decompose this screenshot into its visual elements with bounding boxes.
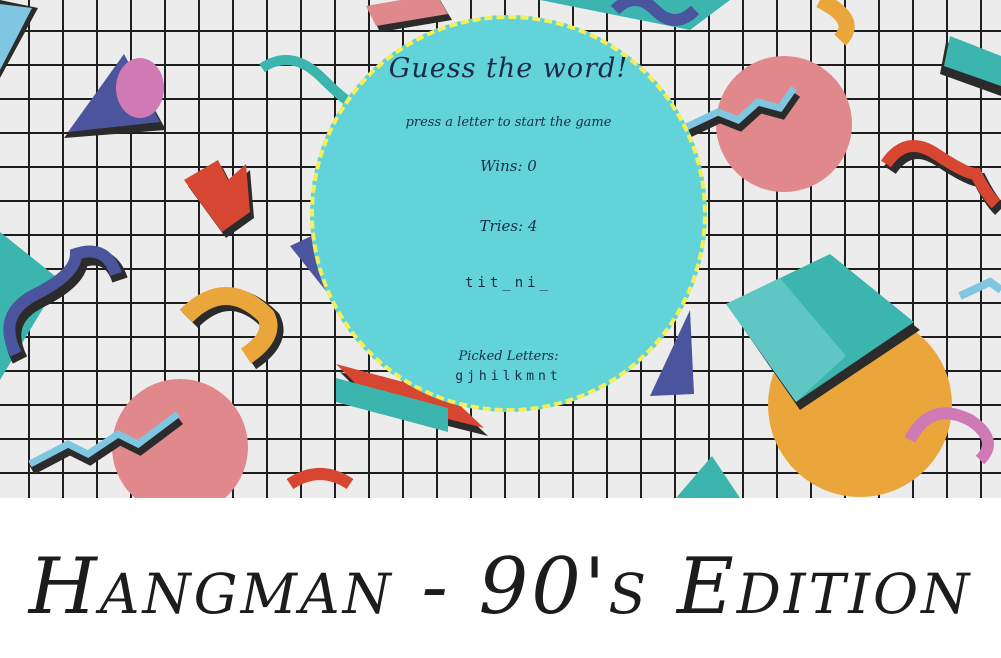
tries-counter: Tries: 4 — [479, 217, 538, 235]
picked-letters-label: Picked Letters: — [458, 349, 559, 364]
game-title: Guess the word! — [388, 53, 629, 84]
game-panel: Guess the word! press a letter to start … — [310, 15, 707, 412]
word-display: tit_ni_ — [464, 275, 552, 291]
game-instructions: press a letter to start the game — [405, 115, 612, 130]
picked-letters: gjhilkmnt — [455, 369, 562, 384]
page-heading: Hangman - 90's Edition — [28, 542, 973, 632]
wins-counter: Wins: 0 — [480, 157, 537, 175]
